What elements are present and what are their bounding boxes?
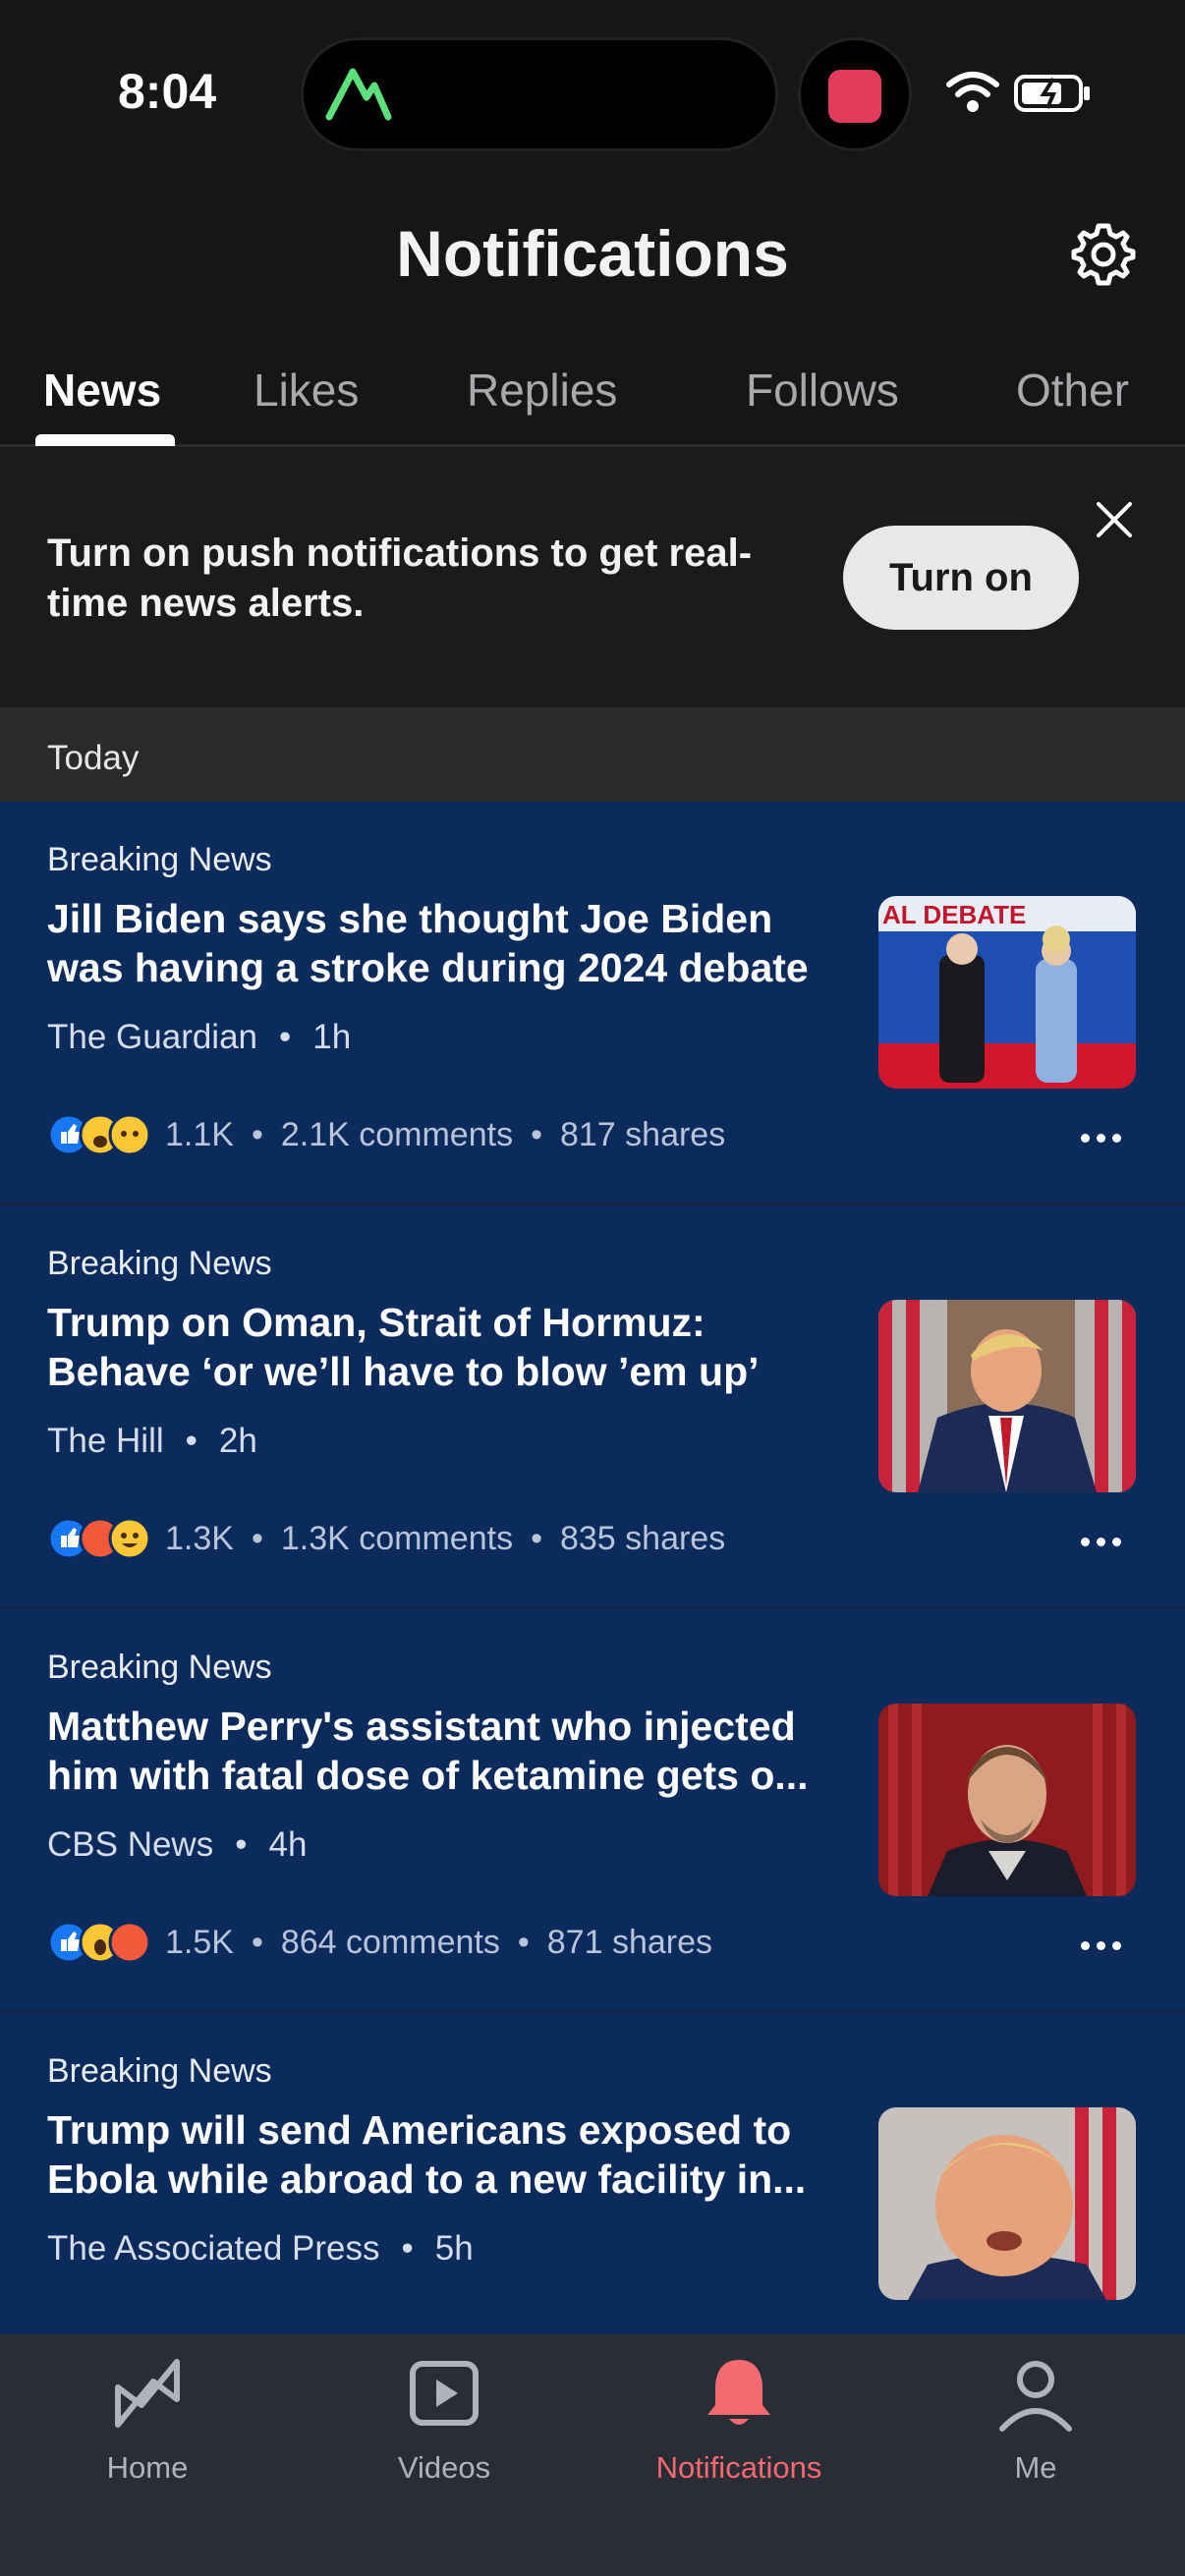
share-count: 871 shares bbox=[546, 1924, 712, 1961]
notification-card[interactable]: Breaking News Jill Biden says she though… bbox=[0, 802, 1185, 1205]
app-logo-icon bbox=[325, 68, 392, 121]
section-header: Today bbox=[0, 707, 1185, 802]
turn-on-button[interactable]: Turn on bbox=[843, 526, 1079, 630]
notification-feed[interactable]: Breaking News Jill Biden says she though… bbox=[0, 802, 1185, 2334]
source-name: CBS News bbox=[47, 1825, 214, 1864]
clock: 8:04 bbox=[118, 64, 217, 119]
more-options-icon[interactable] bbox=[1081, 1534, 1136, 1549]
headline[interactable]: Jill Biden says she thought Joe Biden wa… bbox=[47, 894, 853, 992]
source-name: The Hill bbox=[47, 1422, 164, 1460]
article-thumbnail[interactable] bbox=[878, 2107, 1136, 2300]
article-thumbnail[interactable]: AL DEBATE bbox=[878, 896, 1136, 1089]
article-thumbnail[interactable] bbox=[878, 1300, 1136, 1492]
section-label-today: Today bbox=[47, 739, 140, 777]
bell-icon bbox=[707, 2360, 770, 2425]
source-line: The Hill • 2h bbox=[47, 1422, 257, 1460]
tab-replies[interactable]: Replies bbox=[467, 364, 617, 417]
timestamp: 2h bbox=[218, 1422, 257, 1460]
notification-tabs: News Likes Replies Follows Other bbox=[0, 354, 1185, 447]
reaction-count: 1.1K bbox=[165, 1116, 234, 1153]
home-icon bbox=[115, 2359, 180, 2428]
wifi-icon bbox=[946, 72, 999, 112]
tab-follows[interactable]: Follows bbox=[746, 364, 899, 417]
share-count: 835 shares bbox=[559, 1520, 726, 1557]
kicker: Breaking News bbox=[47, 841, 272, 878]
tab-news[interactable]: News bbox=[43, 364, 161, 417]
article-thumbnail[interactable] bbox=[878, 1704, 1136, 1896]
close-icon[interactable] bbox=[1091, 496, 1138, 543]
kicker: Breaking News bbox=[47, 1245, 272, 1282]
timestamp: 4h bbox=[268, 1825, 308, 1864]
source-line: The Guardian • 1h bbox=[47, 1018, 352, 1056]
comment-count[interactable]: 864 comments bbox=[281, 1924, 500, 1961]
nav-label: Me bbox=[1014, 2450, 1057, 2485]
nav-notifications[interactable]: Notifications bbox=[592, 2334, 886, 2511]
reactions-icon[interactable] bbox=[47, 1516, 153, 1561]
reactions-icon[interactable] bbox=[47, 1112, 153, 1157]
nav-label: Videos bbox=[397, 2450, 491, 2485]
person-icon bbox=[999, 2361, 1072, 2432]
thumb-text: AL DEBATE bbox=[882, 900, 1026, 929]
active-tab-indicator bbox=[35, 434, 175, 446]
live-activity bbox=[798, 37, 912, 151]
push-notification-banner: Turn on push notifications to get real-t… bbox=[0, 447, 1185, 707]
source-line: CBS News • 4h bbox=[47, 1825, 308, 1864]
kicker: Breaking News bbox=[47, 1649, 272, 1686]
push-banner-text: Turn on push notifications to get real-t… bbox=[47, 532, 753, 625]
tab-likes[interactable]: Likes bbox=[254, 364, 359, 417]
source-name: The Associated Press bbox=[47, 2229, 380, 2268]
battery-icon bbox=[1014, 75, 1090, 112]
reaction-count: 1.5K bbox=[165, 1924, 234, 1961]
source-line: The Associated Press • 5h bbox=[47, 2229, 474, 2268]
share-count: 817 shares bbox=[559, 1116, 726, 1153]
more-options-icon[interactable] bbox=[1081, 1130, 1136, 1146]
kicker: Breaking News bbox=[47, 2052, 272, 2090]
page-title: Notifications bbox=[396, 217, 789, 290]
nav-me[interactable]: Me bbox=[888, 2334, 1183, 2511]
comment-count[interactable]: 1.3K comments bbox=[281, 1520, 513, 1557]
video-icon bbox=[410, 2361, 479, 2426]
headline[interactable]: Matthew Perry's assistant who injected h… bbox=[47, 1702, 853, 1800]
notification-card[interactable]: Breaking News Trump on Oman, Strait of H… bbox=[0, 1205, 1185, 1609]
settings-gear-icon[interactable] bbox=[1071, 222, 1136, 287]
nav-label: Notifications bbox=[655, 2450, 822, 2485]
headline[interactable]: Trump will send Americans exposed to Ebo… bbox=[47, 2105, 853, 2204]
more-options-icon[interactable] bbox=[1081, 1937, 1136, 1953]
notification-card[interactable]: Breaking News Matthew Perry's assistant … bbox=[0, 1609, 1185, 2013]
timestamp: 5h bbox=[434, 2229, 474, 2268]
headline[interactable]: Trump on Oman, Strait of Hormuz: Behave … bbox=[47, 1298, 853, 1396]
nav-label: Home bbox=[106, 2450, 189, 2485]
reaction-count: 1.3K bbox=[165, 1520, 234, 1557]
timestamp: 1h bbox=[312, 1018, 352, 1056]
reactions-icon[interactable] bbox=[47, 1920, 153, 1965]
status-bar: 8:04 bbox=[0, 0, 1185, 167]
nav-videos[interactable]: Videos bbox=[297, 2334, 592, 2511]
tab-other[interactable]: Other bbox=[1016, 364, 1129, 417]
comment-count[interactable]: 2.1K comments bbox=[281, 1116, 513, 1153]
notification-card[interactable]: Breaking News Trump will send Americans … bbox=[0, 2013, 1185, 2334]
app-badge-icon bbox=[828, 70, 881, 123]
nav-home[interactable]: Home bbox=[0, 2334, 295, 2511]
source-name: The Guardian bbox=[47, 1018, 258, 1056]
bottom-tab-bar: Home Videos Notifications Me bbox=[0, 2334, 1185, 2576]
dynamic-island bbox=[301, 37, 778, 151]
